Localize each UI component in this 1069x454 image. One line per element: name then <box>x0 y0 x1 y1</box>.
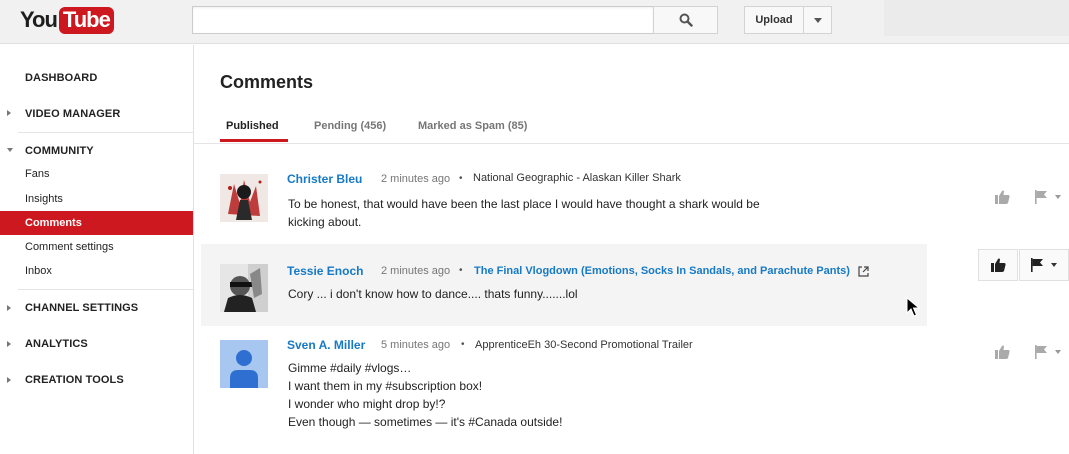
upload-button[interactable]: Upload <box>744 6 804 34</box>
thumbs-up-icon <box>994 345 1010 359</box>
sidebar-divider <box>18 132 193 133</box>
comment-text-line: I want them in my #subscription box! <box>288 379 483 393</box>
mouse-pointer-icon <box>906 297 920 317</box>
sidebar-item-fans[interactable]: Fans <box>25 168 49 180</box>
sidebar-item-video-manager[interactable]: VIDEO MANAGER <box>25 108 120 120</box>
expand-arrow-icon[interactable] <box>7 305 11 311</box>
avatar[interactable] <box>220 174 268 222</box>
sidebar-item-insights[interactable]: Insights <box>25 193 63 205</box>
sidebar-item-creation-tools[interactable]: CREATION TOOLS <box>25 374 124 386</box>
header-right-area <box>884 0 1069 36</box>
avatar-image <box>220 264 268 312</box>
avatar[interactable] <box>220 264 268 312</box>
comment-author[interactable]: Christer Bleu <box>287 172 362 186</box>
expand-arrow-icon[interactable] <box>7 377 11 383</box>
comment-text-line: To be honest, that would have been the l… <box>288 197 760 211</box>
page-title: Comments <box>220 72 314 92</box>
flag-menu-button[interactable] <box>1032 187 1064 207</box>
tab-pending[interactable]: Pending (456) <box>314 120 386 132</box>
logo-tube-text: Tube <box>58 6 114 34</box>
sidebar-divider <box>18 289 193 290</box>
logo-you-text: You <box>20 7 58 32</box>
flag-menu-button[interactable] <box>1019 249 1069 281</box>
search-input[interactable] <box>192 6 654 34</box>
comment-text-line: Even though — sometimes — it's #Canada o… <box>288 415 563 429</box>
tab-marked-as-spam[interactable]: Marked as Spam (85) <box>418 120 527 132</box>
top-header: You Tube Upload <box>0 0 1069 44</box>
sidebar-item-analytics[interactable]: ANALYTICS <box>25 338 88 350</box>
chevron-down-icon <box>1055 195 1061 199</box>
external-link-button[interactable] <box>856 264 870 278</box>
comment-video-title[interactable]: ApprenticeEh 30-Second Promotional Trail… <box>475 339 693 351</box>
active-tab-indicator <box>220 139 288 142</box>
separator-dot: • <box>459 173 463 184</box>
comment-author[interactable]: Tessie Enoch <box>287 264 363 278</box>
flag-icon <box>1035 345 1047 359</box>
expand-arrow-icon[interactable] <box>7 110 11 116</box>
comment-timestamp[interactable]: 2 minutes ago <box>381 173 450 185</box>
comment-author[interactable]: Sven A. Miller <box>287 338 365 352</box>
avatar-image <box>220 174 268 222</box>
search-icon <box>679 13 693 27</box>
like-button[interactable] <box>992 342 1012 362</box>
comment-text-line: kicking about. <box>288 215 362 229</box>
chevron-down-icon <box>1051 263 1057 267</box>
thumbs-up-icon <box>994 190 1010 204</box>
avatar[interactable] <box>220 340 268 388</box>
separator-dot: • <box>461 339 465 350</box>
flag-icon <box>1035 190 1047 204</box>
thumbs-up-icon <box>990 258 1006 272</box>
chevron-down-icon <box>813 17 822 23</box>
chevron-down-icon <box>1055 350 1061 354</box>
comment-text-line: Cory ... i don't know how to dance.... t… <box>288 287 578 301</box>
like-button[interactable] <box>978 249 1018 281</box>
expand-arrow-icon[interactable] <box>7 341 11 347</box>
comment-text-line: I wonder who might drop by!? <box>288 397 446 411</box>
separator-dot: • <box>459 265 463 276</box>
sidebar-item-inbox[interactable]: Inbox <box>25 265 52 277</box>
upload-menu-button[interactable] <box>803 6 832 34</box>
flag-icon <box>1031 258 1043 272</box>
external-link-icon <box>857 265 869 277</box>
tab-published[interactable]: Published <box>226 120 279 132</box>
sidebar-item-comment-settings[interactable]: Comment settings <box>25 241 114 253</box>
sidebar-item-comments[interactable]: Comments <box>0 211 193 235</box>
like-button[interactable] <box>992 187 1012 207</box>
tabs-divider <box>194 143 1069 144</box>
comment-timestamp[interactable]: 2 minutes ago <box>381 265 450 277</box>
comment-timestamp[interactable]: 5 minutes ago <box>381 339 450 351</box>
collapse-arrow-icon[interactable] <box>7 148 13 152</box>
default-avatar-icon <box>220 340 268 388</box>
flag-menu-button[interactable] <box>1032 342 1064 362</box>
comment-video-title[interactable]: National Geographic - Alaskan Killer Sha… <box>473 172 681 184</box>
youtube-logo[interactable]: You Tube <box>20 6 114 34</box>
sidebar-item-channel-settings[interactable]: CHANNEL SETTINGS <box>25 302 138 314</box>
sidebar-item-dashboard[interactable]: DASHBOARD <box>25 72 97 84</box>
sidebar-item-community[interactable]: COMMUNITY <box>25 145 94 157</box>
search-button[interactable] <box>653 6 718 34</box>
comment-text-line: Gimme #daily #vlogs… <box>288 361 412 375</box>
comment-video-link[interactable]: The Final Vlogdown (Emotions, Socks In S… <box>474 265 850 277</box>
